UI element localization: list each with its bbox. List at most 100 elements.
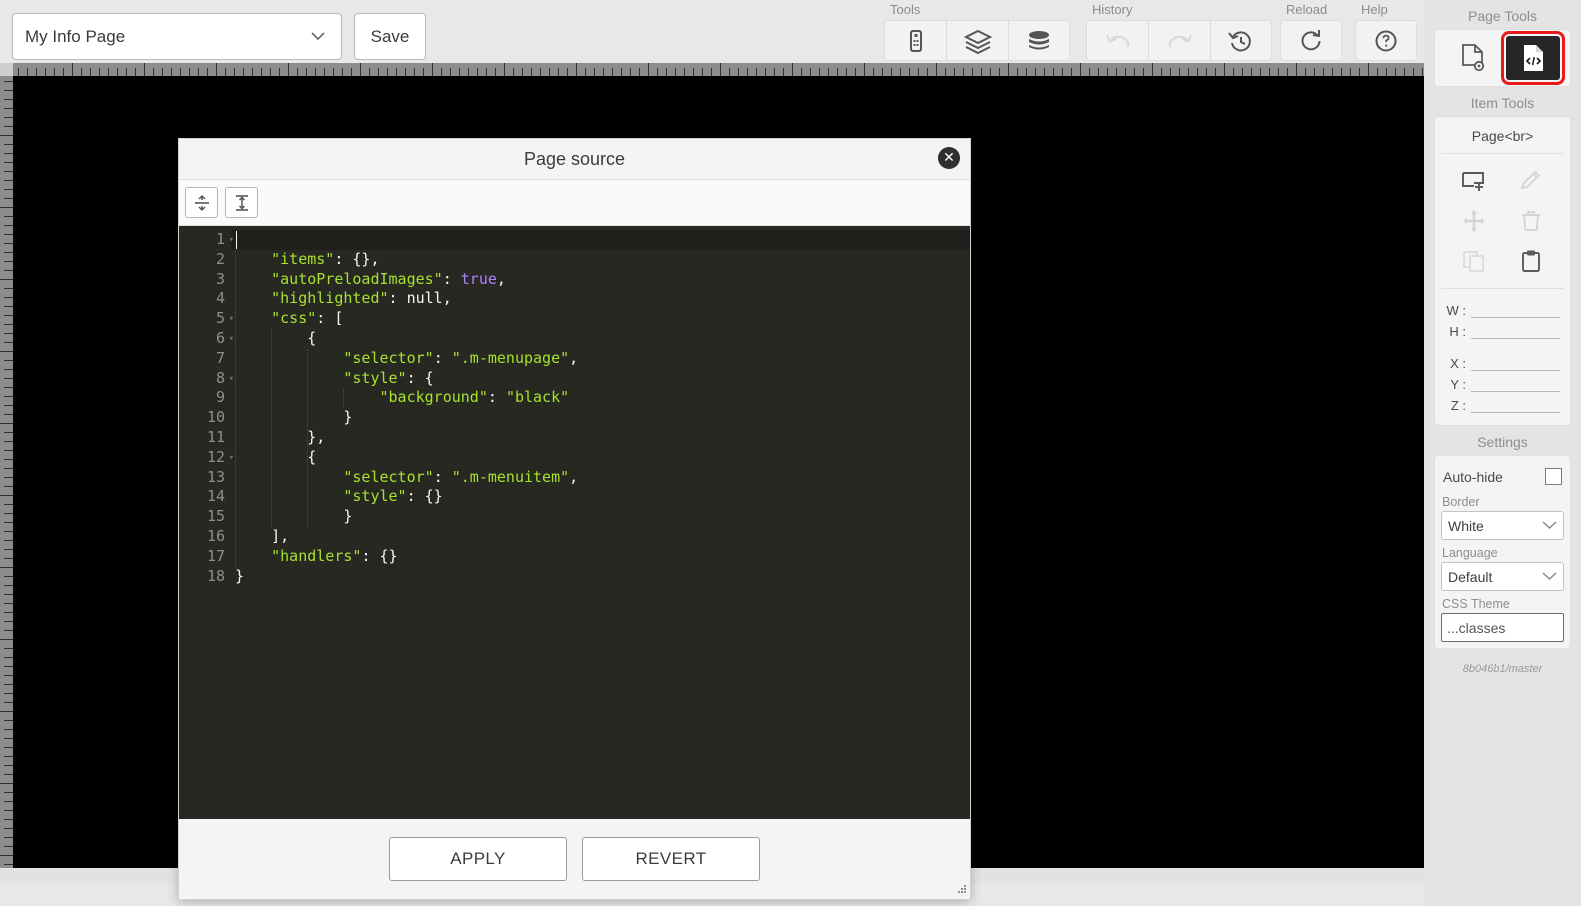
- code-line[interactable]: "autoPreloadImages": true,: [235, 270, 970, 290]
- ruler-tick: [1386, 68, 1387, 76]
- code-token: : {: [406, 368, 434, 387]
- fold-toggle-icon[interactable]: ▾: [229, 310, 234, 330]
- code-line[interactable]: "style": {: [235, 369, 970, 389]
- ruler-tick: [1062, 68, 1063, 76]
- ruler-tick: [774, 68, 775, 76]
- collapse-all-icon[interactable]: [185, 187, 218, 218]
- remote-control-icon[interactable]: [884, 20, 946, 61]
- right-sidebar: Page Tools Item Tools Page<br> W: H: X…: [1424, 0, 1581, 906]
- move-icon[interactable]: [1451, 204, 1497, 238]
- line-number[interactable]: 4: [179, 289, 225, 309]
- fold-toggle-icon[interactable]: ▾: [229, 449, 234, 469]
- save-button[interactable]: Save: [354, 13, 426, 60]
- dimension-value-w[interactable]: [1471, 302, 1560, 318]
- ruler-tick: [4, 648, 13, 649]
- undo-icon[interactable]: [1086, 20, 1148, 61]
- code-line[interactable]: "selector": ".m-menuitem",: [235, 468, 970, 488]
- code-line[interactable]: }: [235, 567, 970, 587]
- line-number[interactable]: 3: [179, 270, 225, 290]
- border-select[interactable]: White: [1441, 511, 1564, 540]
- code-line[interactable]: "items": {},: [235, 250, 970, 270]
- ruler-tick: [270, 68, 271, 76]
- line-number[interactable]: 8 ▾: [179, 369, 234, 389]
- close-icon[interactable]: ✕: [938, 147, 960, 169]
- ruler-tick: [621, 68, 622, 76]
- ruler-tick: [4, 837, 13, 838]
- apply-button-label: APPLY: [450, 849, 506, 868]
- code-line[interactable]: "css": [: [235, 309, 970, 329]
- line-number[interactable]: 5 ▾: [179, 309, 234, 329]
- revert-button[interactable]: REVERT: [582, 837, 760, 881]
- code-line[interactable]: }: [235, 408, 970, 428]
- ruler-tick: [495, 68, 496, 76]
- page-settings-icon[interactable]: [1446, 36, 1500, 80]
- ruler-tick: [1206, 68, 1207, 76]
- fold-toggle-icon[interactable]: ▾: [229, 370, 234, 390]
- layers-icon[interactable]: [946, 20, 1008, 61]
- ruler-tick: [567, 68, 568, 76]
- line-number[interactable]: 2: [179, 250, 225, 270]
- code-line[interactable]: }: [235, 507, 970, 527]
- dimension-value-z[interactable]: [1471, 397, 1560, 413]
- fold-toggle-icon[interactable]: ▾: [229, 330, 234, 350]
- page-selector[interactable]: My Info Page: [12, 13, 342, 60]
- ruler-tick: [0, 783, 13, 784]
- line-number[interactable]: 13: [179, 468, 225, 488]
- ruler-tick: [630, 68, 631, 76]
- line-number[interactable]: 12 ▾: [179, 448, 234, 468]
- css-theme-input[interactable]: ...classes: [1441, 613, 1564, 642]
- resize-grip-icon[interactable]: [955, 884, 967, 896]
- auto-hide-checkbox[interactable]: [1545, 468, 1562, 485]
- dimension-value-h[interactable]: [1471, 323, 1560, 339]
- line-number[interactable]: 1 ▾: [179, 230, 234, 250]
- code-line[interactable]: "handlers": {}: [235, 547, 970, 567]
- editor-gutter[interactable]: 1 ▾ 2 3 4 5 ▾ 6 ▾ 7 8 ▾ 9 10 11 12 ▾ 13 14 15 16 17 18: [179, 226, 234, 819]
- database-icon[interactable]: [1008, 20, 1070, 61]
- delete-trash-icon[interactable]: [1508, 204, 1554, 238]
- dimension-value-x[interactable]: [1471, 355, 1560, 371]
- redo-icon[interactable]: [1148, 20, 1210, 61]
- code-line[interactable]: "background": "black": [235, 388, 970, 408]
- code-line[interactable]: "selector": ".m-menupage",: [235, 349, 970, 369]
- code-line[interactable]: },: [235, 428, 970, 448]
- code-line[interactable]: "highlighted": null,: [235, 289, 970, 309]
- page-source-icon[interactable]: [1500, 31, 1565, 85]
- help-question-icon[interactable]: [1355, 20, 1417, 61]
- line-number[interactable]: 9: [179, 388, 225, 408]
- line-number[interactable]: 18: [179, 567, 225, 587]
- dimension-key-h: H :: [1449, 324, 1466, 339]
- add-item-icon[interactable]: [1451, 164, 1497, 198]
- copy-icon[interactable]: [1451, 244, 1497, 278]
- editor-code-area[interactable]: { "items": {}, "autoPreloadImages": true…: [231, 226, 970, 819]
- line-number[interactable]: 10: [179, 408, 225, 428]
- dimension-value-y[interactable]: [1471, 376, 1560, 392]
- ruler-tick: [4, 702, 13, 703]
- paste-clipboard-icon[interactable]: [1508, 244, 1554, 278]
- history-clock-icon[interactable]: [1210, 20, 1272, 61]
- toolbar-group-tools: Tools: [884, 0, 1070, 61]
- ruler-tick: [4, 441, 13, 442]
- code-line[interactable]: ],: [235, 527, 970, 547]
- line-number[interactable]: 11: [179, 428, 225, 448]
- ruler-tick: [1305, 68, 1306, 76]
- line-number[interactable]: 6 ▾: [179, 329, 234, 349]
- expand-all-icon[interactable]: [225, 187, 258, 218]
- ruler-tick: [4, 765, 13, 766]
- edit-pencil-icon[interactable]: [1508, 164, 1554, 198]
- apply-button[interactable]: APPLY: [389, 837, 567, 881]
- fold-toggle-icon[interactable]: ▾: [229, 231, 234, 251]
- dialog-header[interactable]: Page source ✕: [179, 139, 970, 180]
- reload-icon[interactable]: [1280, 20, 1342, 61]
- code-editor[interactable]: 1▾2345▾6▾78▾9101112▾131415161718 { "item…: [179, 226, 970, 819]
- language-select[interactable]: Default: [1441, 562, 1564, 591]
- line-number[interactable]: 17: [179, 547, 225, 567]
- indent-guide: [307, 348, 309, 527]
- line-number[interactable]: 7: [179, 349, 225, 369]
- code-line[interactable]: {: [235, 329, 970, 349]
- line-number[interactable]: 16: [179, 527, 225, 547]
- line-number[interactable]: 14: [179, 487, 225, 507]
- code-line[interactable]: "style": {}: [235, 487, 970, 507]
- code-line[interactable]: {: [235, 448, 970, 468]
- line-number[interactable]: 15: [179, 507, 225, 527]
- ruler-tick: [477, 68, 478, 76]
